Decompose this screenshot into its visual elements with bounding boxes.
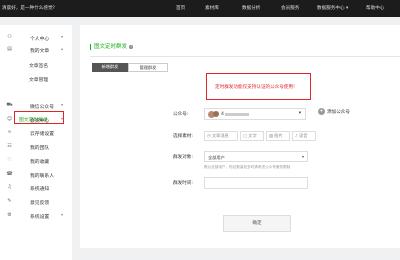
- sidebar-item-my-contacts[interactable]: ☎ 我的联系人: [0, 169, 72, 180]
- tab-new-broadcast[interactable]: 新增群发: [92, 63, 128, 72]
- chevron-down-icon: ▾: [61, 34, 64, 39]
- material-article-button[interactable]: ◷ 文章消息: [204, 131, 238, 141]
- avatar: [213, 111, 219, 117]
- sidebar-item-label: 会员中心: [30, 119, 50, 124]
- audience-value: 全部用户: [208, 154, 225, 160]
- notice-box: 定时群发功能仅支持认证的公众号使用!: [206, 73, 311, 100]
- sidebar-item-label: 微信公众号: [30, 105, 54, 110]
- sidebar-item-label: 我的联系人: [30, 174, 54, 179]
- heart-icon: ♡: [7, 157, 12, 163]
- sidebar-item-my-team[interactable]: ☷ 我的团队: [0, 141, 72, 152]
- audience-select[interactable]: 全部用户 ▾: [204, 151, 308, 162]
- nav-member-service[interactable]: 会员服务: [281, 5, 299, 11]
- material-text-button[interactable]: ▢ 文字: [240, 131, 264, 141]
- help-icon[interactable]: ?: [129, 44, 134, 49]
- plus-icon: +: [318, 108, 325, 115]
- nav-help-center[interactable]: 帮助中心: [366, 5, 384, 11]
- material-label: 选择素材:: [173, 134, 193, 139]
- title-divider: [90, 56, 400, 57]
- account-name: 4: [221, 112, 224, 117]
- account-label: 公众号:: [173, 112, 189, 117]
- account-select[interactable]: 4 ▾: [204, 108, 306, 120]
- team-icon: ☷: [7, 143, 12, 149]
- material-voice-button[interactable]: ♪ 语音: [292, 131, 316, 141]
- account-name-blurred: [225, 113, 249, 116]
- sidebar-item-feedback[interactable]: ✎ 意见反馈: [0, 196, 72, 207]
- sidebar-item-system-notice[interactable]: ♫ 系统通知: [0, 182, 72, 193]
- tab-manage-broadcast[interactable]: 管理群发: [128, 63, 168, 72]
- chevron-down-icon: ▾: [301, 154, 304, 159]
- nav-material-library[interactable]: 素材库: [205, 5, 219, 11]
- sidebar-item-label: 个人中心: [30, 37, 50, 42]
- contact-icon: ☎: [6, 171, 13, 177]
- sidebar-subitem-article-management[interactable]: 文章管理: [29, 76, 48, 83]
- sidebar-item-label: 我的团队: [30, 146, 50, 151]
- feedback-icon: ✎: [7, 198, 12, 204]
- notice-text: 定时群发功能仅支持认证的公众号使用!: [215, 85, 295, 90]
- sidebar-item-wechat-account[interactable]: ⛟ 微信公众号 ▾: [0, 100, 72, 111]
- sidebar-item-personal-center[interactable]: ⚇ 个人中心 ▾: [0, 32, 72, 43]
- gear-icon: ⚙: [7, 212, 12, 218]
- nav-home[interactable]: 首页: [176, 5, 185, 11]
- chevron-up-icon: ▴: [61, 46, 64, 51]
- sidebar-item-my-favorites[interactable]: ♡ 我的收藏: [0, 155, 72, 166]
- top-nav-bar: 清晨好，是一种什么感觉? 首页 素材库 数据分析 会员服务 数据服务中心 ▾ 帮…: [0, 0, 400, 17]
- person-icon: ⚇: [7, 34, 12, 40]
- sidebar-item-label: 我的文章: [30, 49, 50, 54]
- user-icon: ☺: [6, 116, 13, 122]
- sidebar-item-system-settings[interactable]: ⚙ 系统设置 ▾: [0, 210, 72, 221]
- sidebar-item-label: 系统通知: [30, 187, 50, 192]
- bell-icon: ♫: [7, 184, 12, 190]
- time-label: 群发时间:: [173, 181, 193, 186]
- audience-label: 群发对象:: [173, 155, 193, 160]
- page-title-text: 图文定时群发: [94, 44, 128, 50]
- sidebar-item-cloud-storage[interactable]: ∞ 云存储设置: [0, 127, 72, 138]
- sidebar-item-my-articles[interactable]: ▤ 我的文章 ▴: [0, 44, 72, 55]
- chevron-down-icon: ▾: [298, 111, 301, 116]
- nav-data-center[interactable]: 数据服务中心 ▾: [317, 5, 348, 11]
- material-image-button[interactable]: ▨ 图片: [266, 131, 290, 141]
- chevron-down-icon: ▾: [61, 116, 64, 121]
- chevron-down-icon: ▾: [61, 102, 64, 107]
- cart-icon: ⛟: [6, 102, 13, 108]
- add-account-button[interactable]: + 添加公众号: [318, 108, 350, 115]
- chevron-down-icon: ▾: [61, 212, 64, 217]
- audience-hint: 默认全部用户，粉丝数量较多时请考虑公众号服务限制: [204, 165, 291, 169]
- nav-data-analysis[interactable]: 数据分析: [242, 5, 260, 11]
- sidebar-item-label: 意见反馈: [30, 201, 50, 206]
- sidebar-item-member-center[interactable]: ☺ 会员中心 ▾: [0, 114, 72, 125]
- sidebar-subitem-article-signature[interactable]: 文章签名: [29, 62, 48, 69]
- page-title: 图文定时群发?: [90, 44, 134, 50]
- submit-button[interactable]: 确定: [223, 215, 291, 232]
- document-icon: ▤: [7, 46, 12, 52]
- broadcast-time-input[interactable]: [204, 177, 308, 189]
- greeting-text: 清晨好，是一种什么感觉?: [2, 6, 55, 11]
- link-icon: ∞: [7, 129, 12, 135]
- add-account-label: 添加公众号: [327, 110, 350, 115]
- main-panel: 图文定时群发? 新增群发 管理群发 定时群发功能仅支持认证的公众号使用! 公众号…: [80, 25, 400, 248]
- sidebar-item-label: 系统设置: [30, 215, 50, 220]
- sidebar: ⚇ 个人中心 ▾ ▤ 我的文章 ▴ 文章签名 文章管理 图文定时群发 ⛟ 微信公…: [0, 25, 72, 260]
- sidebar-item-label: 云存储设置: [30, 132, 54, 137]
- sidebar-item-label: 我的收藏: [30, 160, 50, 165]
